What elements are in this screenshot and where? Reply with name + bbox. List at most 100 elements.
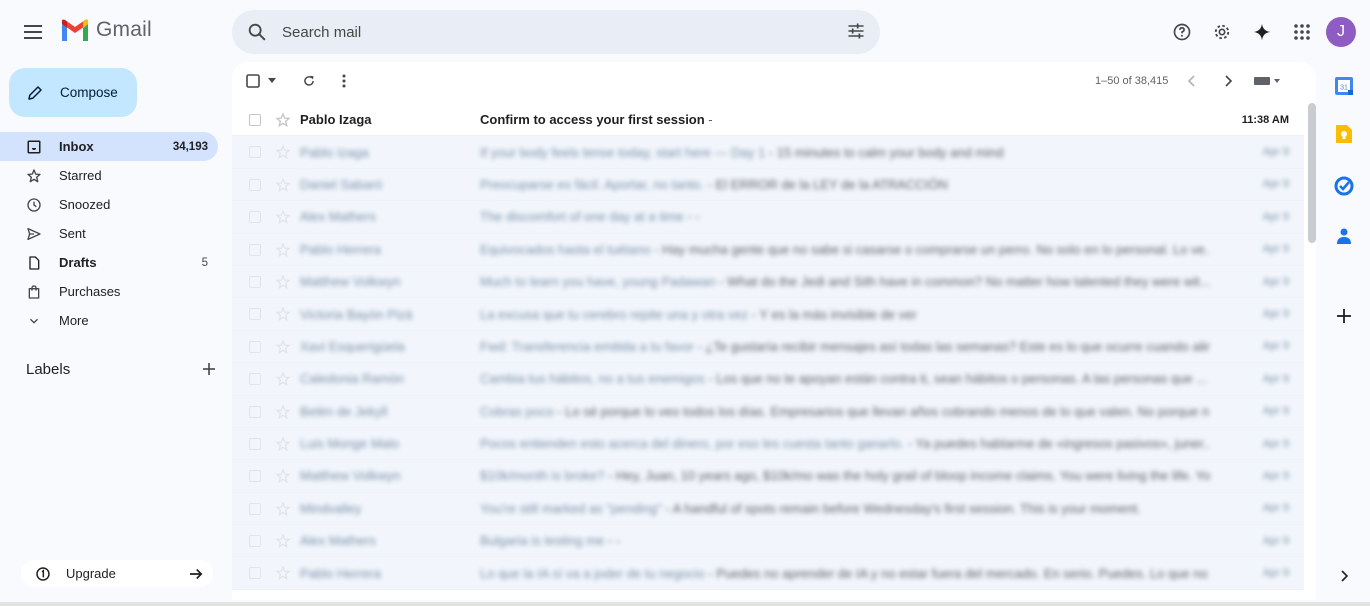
- row-checkbox[interactable]: [249, 243, 261, 256]
- sidebar-item-snoozed[interactable]: Snoozed: [0, 190, 218, 219]
- star-icon[interactable]: [275, 500, 291, 517]
- search-bar[interactable]: [232, 10, 880, 54]
- add-label-icon[interactable]: [202, 362, 216, 376]
- star-icon[interactable]: [275, 112, 291, 128]
- gmail-logo[interactable]: Gmail: [60, 18, 152, 42]
- email-row[interactable]: Pablo Izaga Confirm to access your first…: [232, 104, 1304, 137]
- email-row[interactable]: Daniel Sabaró Preocuparse es fácil. Apor…: [232, 168, 1304, 202]
- refresh-icon: [304, 75, 314, 86]
- tasks-button[interactable]: [1330, 172, 1358, 200]
- older-button[interactable]: [1223, 75, 1233, 87]
- search-options-icon[interactable]: [846, 21, 866, 41]
- row-checkbox[interactable]: [249, 470, 261, 483]
- sidebar-item-starred[interactable]: Starred: [0, 161, 218, 190]
- keep-icon: [1336, 125, 1352, 143]
- row-checkbox[interactable]: [249, 340, 261, 353]
- email-row[interactable]: Belén de Jekyll Cobras poco - Lo sé porq…: [232, 395, 1304, 428]
- select-dropdown[interactable]: [268, 78, 276, 84]
- email-sender: Alex Mathers: [300, 533, 376, 549]
- row-checkbox[interactable]: [249, 275, 261, 288]
- email-date: Apr 9: [1262, 340, 1289, 353]
- email-subject: If your body feels tense today, start he…: [480, 144, 766, 160]
- get-addons-button[interactable]: [1330, 302, 1358, 330]
- star-icon[interactable]: [275, 533, 291, 549]
- email-snippet: -: [704, 112, 713, 128]
- main-menu-button[interactable]: [14, 12, 54, 52]
- labels-section: Labels: [26, 358, 216, 380]
- star-icon[interactable]: [275, 306, 291, 322]
- calendar-button[interactable]: 31: [1330, 72, 1358, 100]
- pencil-icon: [28, 85, 42, 100]
- email-subject-line: Bulgaria is testing me - -: [480, 533, 1210, 548]
- row-checkbox[interactable]: [249, 405, 261, 418]
- upgrade-label: Upgrade: [66, 566, 116, 581]
- row-checkbox[interactable]: [249, 437, 261, 450]
- support-button[interactable]: [1162, 12, 1202, 52]
- star-icon[interactable]: [275, 177, 291, 193]
- email-date: Apr 9: [1262, 275, 1289, 288]
- refresh-button[interactable]: [302, 74, 316, 88]
- email-snippet: - Puedes no aprender de IA y no estar fu…: [704, 565, 1210, 581]
- row-checkbox[interactable]: [249, 502, 261, 515]
- star-icon[interactable]: [275, 468, 291, 484]
- account-avatar[interactable]: J: [1326, 17, 1356, 47]
- sidebar-item-sent[interactable]: Sent: [0, 219, 218, 248]
- svg-text:31: 31: [1340, 85, 1348, 92]
- compose-button[interactable]: Compose: [9, 68, 137, 117]
- row-checkbox[interactable]: [249, 308, 261, 321]
- row-checkbox[interactable]: [249, 211, 261, 224]
- more-actions-button[interactable]: [342, 74, 346, 88]
- star-icon[interactable]: [275, 403, 291, 420]
- search-icon[interactable]: [246, 21, 268, 43]
- tasks-icon: [1334, 176, 1354, 196]
- star-icon[interactable]: [275, 241, 291, 258]
- sidebar-item-drafts[interactable]: Drafts 5: [0, 248, 218, 277]
- email-row[interactable]: Alex Mathers Bulgaria is testing me - - …: [232, 525, 1304, 558]
- row-checkbox[interactable]: [249, 146, 261, 159]
- hide-side-panel-button[interactable]: [1330, 562, 1358, 590]
- keep-button[interactable]: [1330, 120, 1358, 148]
- email-row[interactable]: Xavi Esquerigüela Fwd: Transferencia emi…: [232, 330, 1304, 364]
- email-snippet: - ¿Te gustaría recibir mensajes así toda…: [693, 338, 1210, 354]
- settings-button[interactable]: [1202, 12, 1242, 52]
- star-icon[interactable]: [275, 565, 291, 581]
- email-row[interactable]: Mindvalley You're still marked as "pendi…: [232, 492, 1304, 526]
- email-row[interactable]: Matthew Volkwyn Much to learn you have, …: [232, 265, 1304, 299]
- email-row[interactable]: Pablo Herrera Equivocados hasta el tuéta…: [232, 233, 1304, 266]
- newer-button[interactable]: [1187, 75, 1197, 87]
- star-icon[interactable]: [275, 144, 291, 160]
- apps-button[interactable]: [1282, 12, 1322, 52]
- email-date: Apr 9: [1262, 469, 1289, 482]
- star-icon[interactable]: [275, 274, 291, 290]
- mail-list-scrollbar[interactable]: [1308, 103, 1316, 243]
- email-row[interactable]: Matthew Volkwyn $10k/month is broke? - H…: [232, 460, 1304, 493]
- star-icon[interactable]: [275, 436, 291, 452]
- sidebar-item-inbox[interactable]: Inbox 34,193: [0, 132, 218, 161]
- search-input[interactable]: [282, 18, 802, 46]
- email-row[interactable]: Victoria Bayón Pizá La excusa que tu cer…: [232, 298, 1304, 331]
- row-checkbox[interactable]: [249, 535, 261, 548]
- input-tools-button[interactable]: [1254, 76, 1280, 86]
- email-date: Apr 9: [1262, 405, 1289, 418]
- select-all-checkbox[interactable]: [246, 74, 260, 88]
- row-checkbox[interactable]: [249, 567, 261, 580]
- star-icon[interactable]: [275, 371, 291, 387]
- top-bar: Gmail J: [0, 0, 1370, 64]
- gemini-button[interactable]: [1242, 12, 1282, 52]
- email-row[interactable]: Pablo Herrera Lo que la IA sí va a joder…: [232, 557, 1304, 590]
- star-icon[interactable]: [275, 339, 291, 355]
- email-row[interactable]: Alex Mathers The discomfort of one day a…: [232, 201, 1304, 234]
- contacts-button[interactable]: [1330, 222, 1358, 250]
- row-checkbox[interactable]: [249, 373, 261, 386]
- star-icon[interactable]: [275, 209, 291, 225]
- row-checkbox[interactable]: [249, 114, 261, 126]
- email-row[interactable]: Pablo Izaga If your body feels tense tod…: [232, 136, 1304, 169]
- email-row[interactable]: Caledonia Ramón Cambia tus hábitos, no a…: [232, 363, 1304, 396]
- sidebar-item-purchases[interactable]: Purchases: [0, 277, 218, 306]
- apps-grid-icon: [1294, 24, 1310, 40]
- row-checkbox[interactable]: [249, 178, 261, 191]
- sidebar-item-more[interactable]: More: [0, 306, 218, 335]
- email-row[interactable]: Luis Monge Malo Pocos entienden esto ace…: [232, 427, 1304, 461]
- upgrade-button[interactable]: Upgrade: [21, 560, 213, 587]
- email-subject: Cobras poco: [480, 403, 554, 419]
